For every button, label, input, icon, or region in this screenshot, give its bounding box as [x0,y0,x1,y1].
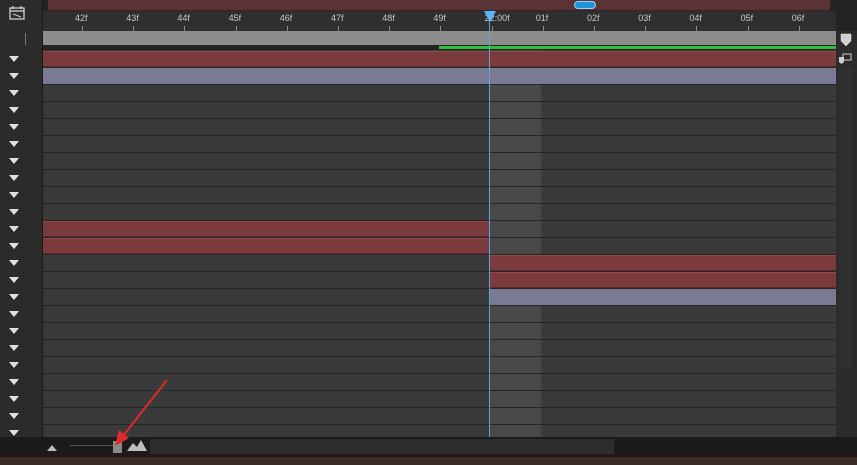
track-row-divider [43,305,836,306]
triangle-down-icon[interactable] [9,158,19,164]
ruler-tick-label: 47f [331,13,344,23]
comp-marker-icon[interactable] [838,53,852,65]
triangle-down-icon[interactable] [9,124,19,130]
layer-bar[interactable] [43,238,489,254]
triangle-down-icon[interactable] [9,226,19,232]
triangle-down-icon[interactable] [9,209,19,215]
ruler-tick-label: 45f [228,13,242,23]
track-row-divider [43,339,836,340]
track-row-divider [43,373,836,374]
triangle-down-icon[interactable] [9,175,19,181]
current-frame-highlight [490,50,541,437]
layer-controls-column [0,0,43,437]
ruler-tick-label: 46f [279,13,293,23]
ruler-tick-label: 04f [689,13,702,23]
triangle-down-icon[interactable] [9,243,19,249]
triangle-down-icon[interactable] [9,413,19,419]
ruler-tick-label: 43f [126,13,139,23]
track-row-divider [43,169,836,170]
layer-bar[interactable] [490,289,836,305]
time-navigator-handle[interactable] [574,1,596,9]
track-row-divider [43,118,836,119]
work-area-bar[interactable] [43,31,836,45]
triangle-down-icon[interactable] [9,294,19,300]
ruler-tick-label: 44f [177,13,190,23]
track-row-divider [43,186,836,187]
time-ruler[interactable]: 42f 43f 44f 45f 46f 47f 48f 49f 22:00f 01f 02f 03f 0… [43,11,836,31]
triangle-down-icon[interactable] [9,430,19,436]
track-row-divider [43,322,836,323]
ruler-tick-label: 48f [382,13,395,23]
triangle-down-icon[interactable] [9,56,19,62]
marker-icon[interactable] [839,33,853,47]
ruler-tick-label: 42f [75,13,88,23]
layer-bar[interactable] [43,51,836,67]
triangle-down-icon[interactable] [9,379,19,385]
ruler-tick-label: 01f [535,13,549,23]
ruler-tick-label: 02f [587,13,600,23]
layer-bar[interactable] [490,255,836,271]
playhead-line[interactable] [489,18,490,437]
red-arrow-annotation [115,379,168,446]
image-bottom-strip [0,457,857,465]
horizontal-scrollbar[interactable] [150,439,614,454]
small-mountain-icon[interactable] [47,444,57,451]
triangle-down-icon[interactable] [9,345,19,351]
vertical-scrollbar[interactable] [839,68,852,368]
triangle-down-icon[interactable] [9,362,19,368]
triangle-down-icon[interactable] [9,311,19,317]
track-row-divider [43,152,836,153]
track-row-divider [43,135,836,136]
layer-bar[interactable] [43,68,836,84]
track-row-divider [43,84,836,85]
track-row-divider [43,101,836,102]
track-row-divider [43,203,836,204]
track-row-divider [43,356,836,357]
composition-icon[interactable] [9,6,25,20]
ruler-tick-label: 03f [638,13,651,23]
triangle-down-icon[interactable] [9,141,19,147]
time-navigator-bar[interactable] [48,0,830,11]
triangle-down-icon[interactable] [9,328,19,334]
triangle-down-icon[interactable] [9,107,19,113]
layer-bar[interactable] [43,221,489,237]
triangle-down-icon[interactable] [9,90,19,96]
layer-bar[interactable] [490,272,836,288]
column-separator [25,33,26,45]
render-cache-bar [439,46,836,49]
triangle-down-icon[interactable] [9,277,19,283]
triangle-down-icon[interactable] [9,192,19,198]
triangle-down-icon[interactable] [9,396,19,402]
triangle-down-icon[interactable] [9,73,19,79]
ruler-tick-label: 06f [791,13,805,23]
triangle-down-icon[interactable] [9,260,19,266]
ruler-tick-label: 49f [433,13,446,23]
ruler-tick-label: 05f [740,13,754,23]
playhead-head[interactable] [484,11,496,22]
